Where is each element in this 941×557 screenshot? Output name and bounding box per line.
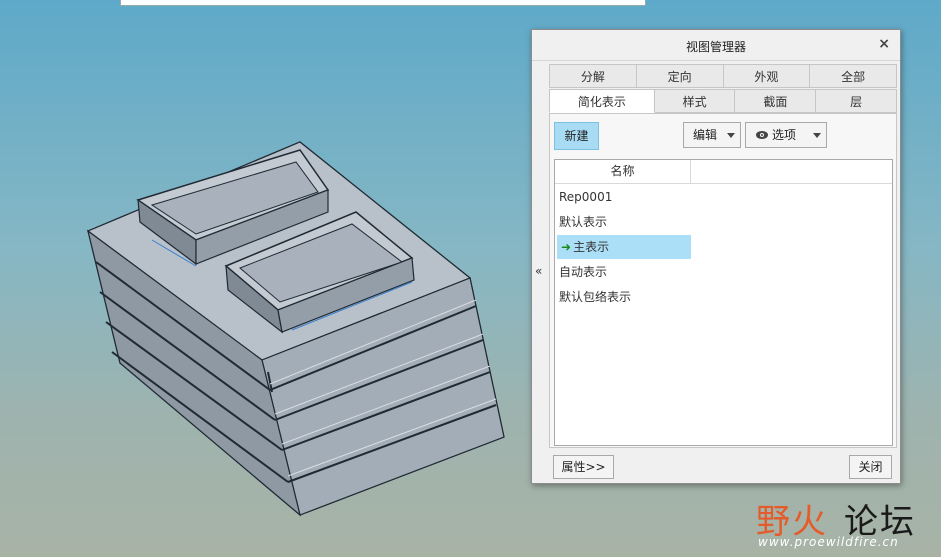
- list-item-label: 主表示: [573, 240, 610, 254]
- options-dropdown[interactable]: 选项: [745, 122, 827, 148]
- tab-section[interactable]: 截面: [735, 89, 817, 113]
- tab-row-bottom: 简化表示 样式 截面 层: [549, 89, 897, 113]
- tab-panel: 新建 编辑 选项 名称 Rep0001 默认表示 ➜ 主表示 自动表示 默认包络…: [549, 113, 897, 448]
- dialog-titlebar[interactable]: 视图管理器 ×: [532, 30, 900, 61]
- watermark-url: www.proewildfire.cn: [758, 535, 899, 549]
- chevron-down-icon: [813, 133, 821, 138]
- list-item[interactable]: Rep0001: [555, 185, 691, 209]
- collapse-icon[interactable]: «: [535, 264, 542, 278]
- representation-list[interactable]: 名称 Rep0001 默认表示 ➜ 主表示 自动表示 默认包络表示: [554, 159, 893, 446]
- view-manager-dialog: 视图管理器 × « 分解 定向 外观 全部 简化表示 样式 截面 层 新建 编辑…: [531, 29, 901, 484]
- list-item-selected[interactable]: ➜ 主表示: [557, 235, 691, 259]
- new-button[interactable]: 新建: [554, 122, 599, 150]
- tab-layer[interactable]: 层: [816, 89, 897, 113]
- tab-all[interactable]: 全部: [810, 64, 897, 88]
- watermark-logo: 野火 论坛 www.proewildfire.cn: [752, 492, 941, 554]
- edit-label: 编辑: [693, 128, 718, 142]
- list-item[interactable]: 自动表示: [555, 260, 691, 284]
- chevron-down-icon: [727, 133, 735, 138]
- options-label: 选项: [772, 128, 797, 142]
- close-button[interactable]: 关闭: [849, 455, 892, 479]
- tab-orient[interactable]: 定向: [636, 64, 724, 88]
- dialog-title: 视图管理器: [685, 40, 746, 54]
- tab-explode[interactable]: 分解: [549, 64, 637, 88]
- close-icon[interactable]: ×: [878, 36, 890, 52]
- list-item[interactable]: 默认包络表示: [555, 285, 691, 309]
- edit-dropdown[interactable]: 编辑: [683, 122, 741, 148]
- list-item[interactable]: 默认表示: [555, 210, 691, 234]
- tab-appearance[interactable]: 外观: [723, 64, 811, 88]
- list-header: 名称: [555, 160, 892, 184]
- tab-row-top: 分解 定向 外观 全部: [549, 64, 897, 88]
- tab-simplified-rep[interactable]: 简化表示: [549, 89, 655, 113]
- eye-icon: [756, 131, 768, 139]
- column-header-empty: [691, 160, 891, 183]
- column-header-name[interactable]: 名称: [555, 160, 691, 183]
- properties-button[interactable]: 属性>>: [553, 455, 614, 479]
- green-arrow-icon: ➜: [561, 240, 572, 254]
- tab-style[interactable]: 样式: [654, 89, 736, 113]
